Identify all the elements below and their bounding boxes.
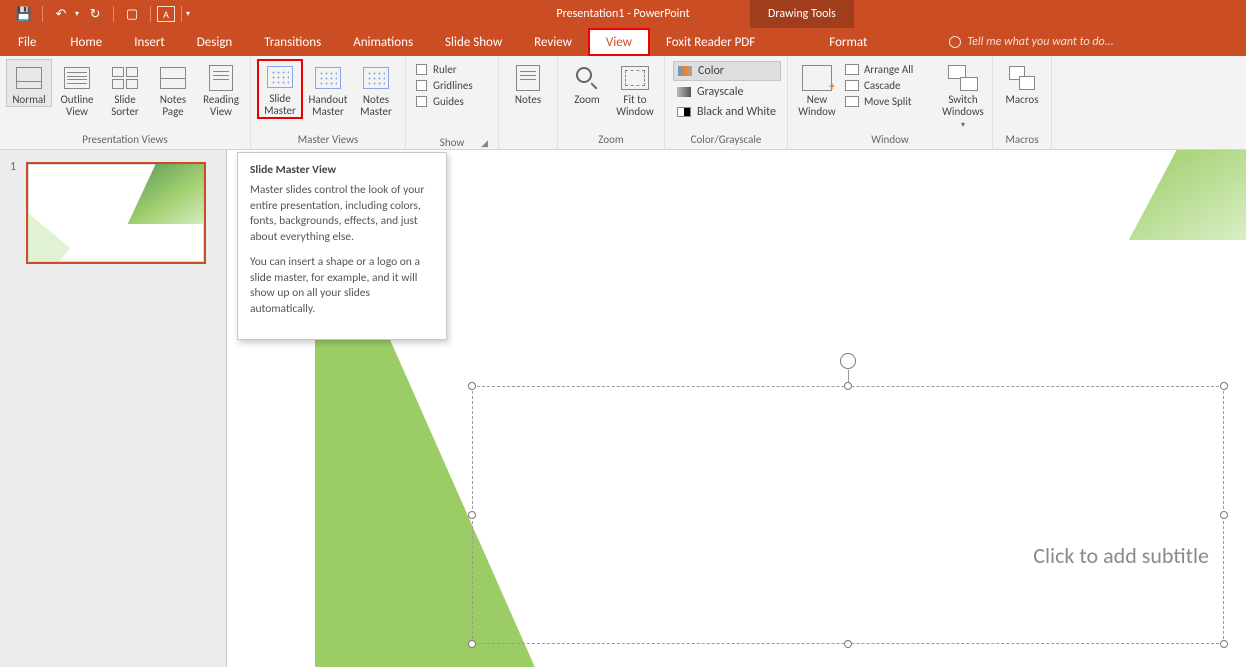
tab-design[interactable]: Design [181,28,248,56]
resize-handle[interactable] [1220,511,1228,519]
arrange-all-button[interactable]: Arrange All [842,62,938,77]
qat-customize-icon[interactable]: ▾ [186,9,190,19]
ribbon: Normal Outline View Slide Sorter Notes P… [0,56,1246,150]
slide-preview [26,162,206,264]
grayscale-button[interactable]: Grayscale [673,83,781,101]
cascade-button[interactable]: Cascade [842,78,938,93]
group-macros: Macros Macros [993,56,1052,149]
font-box-icon[interactable]: A [157,6,175,22]
zoom-button[interactable]: Zoom [564,59,610,107]
handout-master-button[interactable]: Handout Master [305,59,351,119]
undo-dropdown-icon[interactable]: ▾ [75,9,79,19]
start-from-beginning-icon[interactable]: ▢ [120,3,144,25]
slide-thumbnails-pane[interactable]: 1 [0,150,227,667]
fit-to-window-button[interactable]: Fit to Window [612,59,658,119]
switch-windows-button[interactable]: Switch Windows▾ [940,59,986,131]
black-and-white-button[interactable]: Black and White [673,103,781,121]
notes-master-button[interactable]: Notes Master [353,59,399,119]
slide-master-tooltip: Slide Master View Master slides control … [237,152,447,340]
resize-handle[interactable] [844,382,852,390]
group-presentation-views: Normal Outline View Slide Sorter Notes P… [0,56,251,149]
reading-view-button[interactable]: Reading View [198,59,244,119]
outline-view-button[interactable]: Outline View [54,59,100,119]
slide-thumbnail-1[interactable]: 1 [14,162,212,264]
tab-file[interactable]: File [0,28,54,56]
notes-page-button[interactable]: Notes Page [150,59,196,119]
ribbon-tabs: File Home Insert Design Transitions Anim… [0,28,1246,56]
tooltip-title: Slide Master View [250,163,434,177]
tab-review[interactable]: Review [518,28,588,56]
tab-view[interactable]: View [590,30,648,54]
guides-checkbox[interactable]: Guides [416,95,492,108]
redo-icon[interactable]: ↻ [83,3,107,25]
group-notes: Notes [499,56,558,149]
quick-access-toolbar: 💾 ↶ ▾ ↻ ▢ A ▾ [0,3,190,25]
tab-foxit[interactable]: Foxit Reader PDF [650,28,771,56]
cascade-icon [845,80,859,91]
tooltip-paragraph: You can insert a shape or a logo on a sl… [250,255,434,317]
lightbulb-icon [949,36,961,48]
normal-button[interactable]: Normal [6,59,52,107]
resize-handle[interactable] [468,640,476,648]
save-icon[interactable]: 💾 [12,3,36,25]
slide-master-button[interactable]: Slide Master [257,59,303,119]
gridlines-checkbox[interactable]: Gridlines [416,79,492,92]
subtitle-placeholder-frame[interactable]: Click to add subtitle [472,386,1224,644]
tab-insert[interactable]: Insert [118,28,181,56]
slide-sorter-button[interactable]: Slide Sorter [102,59,148,119]
ruler-checkbox[interactable]: Ruler [416,63,492,76]
slide-number: 1 [10,160,16,174]
new-window-button[interactable]: New Window [794,59,840,119]
arrange-icon [845,64,859,75]
macros-button[interactable]: Macros [999,59,1045,107]
move-split-button[interactable]: Move Split [842,94,938,109]
tab-transitions[interactable]: Transitions [248,28,337,56]
resize-handle[interactable] [844,640,852,648]
resize-handle[interactable] [1220,640,1228,648]
group-master-views: Slide Master Handout Master Notes Master… [251,56,406,149]
tab-animations[interactable]: Animations [337,28,429,56]
tell-me-placeholder: Tell me what you want to do... [967,35,1113,49]
tab-view-highlight: View [588,28,650,56]
subtitle-placeholder-text[interactable]: Click to add subtitle [1033,542,1209,569]
rotate-handle-icon[interactable] [840,353,856,369]
group-window: New Window Arrange All Cascade Move Spli… [788,56,993,149]
group-color-grayscale: Color Grayscale Black and White Color/Gr… [665,56,788,149]
tab-format[interactable]: Format [813,28,883,56]
resize-handle[interactable] [1220,382,1228,390]
tooltip-paragraph: Master slides control the look of your e… [250,183,434,245]
notes-button[interactable]: Notes [505,59,551,107]
resize-handle[interactable] [468,511,476,519]
group-show: Ruler Gridlines Guides Show ◢ [406,56,499,149]
tab-home[interactable]: Home [54,28,118,56]
tab-slideshow[interactable]: Slide Show [429,28,518,56]
resize-handle[interactable] [468,382,476,390]
window-title: Presentation1 - PowerPoint [556,7,689,21]
move-split-icon [845,96,859,107]
color-button[interactable]: Color [673,61,781,81]
title-bar: 💾 ↶ ▾ ↻ ▢ A ▾ Presentation1 - PowerPoint… [0,0,1246,28]
group-zoom: Zoom Fit to Window Zoom [558,56,665,149]
contextual-tab-label: Drawing Tools [750,0,854,28]
undo-icon[interactable]: ↶ [49,3,73,25]
show-dialog-launcher-icon[interactable]: ◢ [481,138,492,149]
tell-me-box[interactable]: Tell me what you want to do... [937,28,1113,56]
